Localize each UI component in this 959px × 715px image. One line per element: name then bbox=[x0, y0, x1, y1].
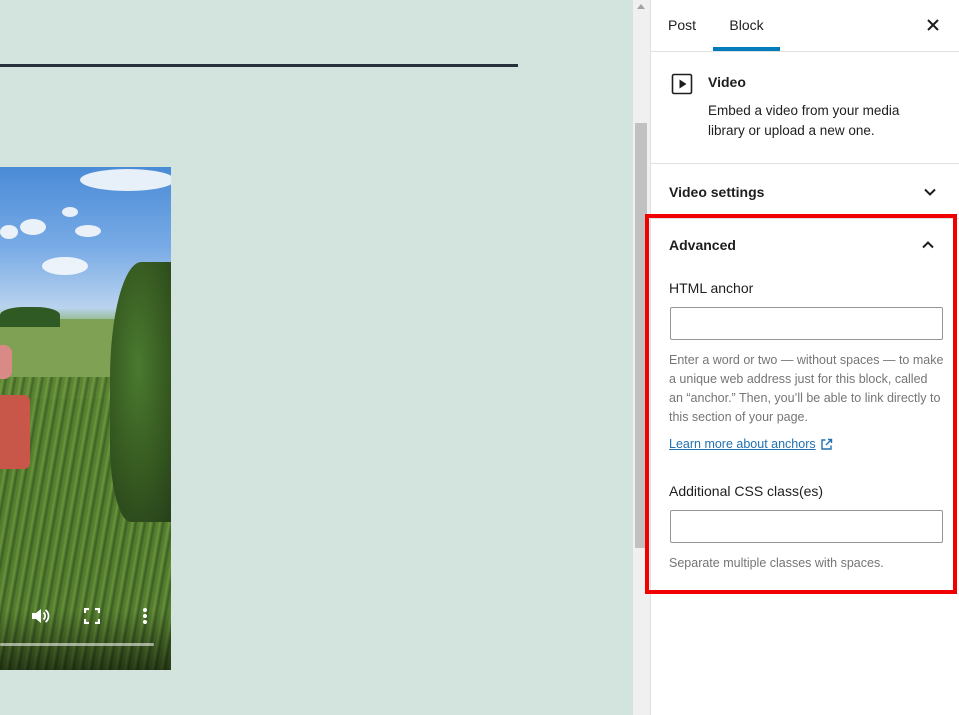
chevron-up-icon[interactable] bbox=[921, 238, 935, 252]
video-block[interactable] bbox=[0, 167, 171, 670]
close-icon bbox=[927, 19, 939, 31]
tab-block[interactable]: Block bbox=[713, 0, 780, 51]
video-icon bbox=[671, 73, 693, 95]
block-title: Video bbox=[708, 74, 746, 90]
block-card: Video Embed a video from your media libr… bbox=[651, 52, 959, 164]
fullscreen-icon[interactable] bbox=[81, 605, 103, 627]
html-anchor-help: Enter a word or two — without spaces — t… bbox=[669, 353, 944, 424]
editor-canvas[interactable] bbox=[0, 0, 633, 715]
scroll-up-arrow[interactable] bbox=[637, 4, 645, 9]
video-progress-bar[interactable] bbox=[0, 643, 154, 646]
html-anchor-input[interactable] bbox=[670, 307, 943, 340]
volume-icon[interactable] bbox=[29, 605, 51, 627]
tab-block-label: Block bbox=[729, 17, 764, 33]
bench bbox=[0, 395, 30, 469]
bench-backrest bbox=[0, 345, 12, 379]
css-classes-help: Separate multiple classes with spaces. bbox=[669, 556, 884, 570]
treeline bbox=[0, 307, 60, 327]
video-settings-panel-toggle[interactable]: Video settings bbox=[651, 164, 959, 219]
separator-block[interactable] bbox=[0, 64, 518, 67]
bush bbox=[110, 262, 171, 522]
active-tab-indicator bbox=[713, 47, 780, 51]
chevron-down-icon bbox=[924, 188, 936, 196]
cloud bbox=[75, 225, 101, 237]
tab-post[interactable]: Post bbox=[668, 0, 696, 51]
cloud bbox=[42, 257, 88, 275]
video-settings-title: Video settings bbox=[669, 184, 765, 200]
external-link-icon bbox=[820, 438, 832, 450]
html-anchor-label: HTML anchor bbox=[669, 280, 754, 296]
more-vertical-icon[interactable] bbox=[134, 605, 156, 627]
css-classes-input[interactable] bbox=[670, 510, 943, 543]
learn-more-anchors-label: Learn more about anchors bbox=[669, 437, 816, 451]
cloud bbox=[62, 207, 78, 217]
block-description: Embed a video from your media library or… bbox=[708, 103, 900, 138]
cloud bbox=[80, 169, 171, 191]
cloud bbox=[0, 225, 18, 239]
cloud bbox=[20, 219, 46, 235]
learn-more-anchors-link[interactable]: Learn more about anchors bbox=[669, 437, 833, 451]
advanced-panel-title[interactable]: Advanced bbox=[669, 237, 736, 253]
sidebar-tabs: Post Block bbox=[651, 0, 959, 52]
css-classes-label: Additional CSS class(es) bbox=[669, 483, 824, 499]
close-sidebar-button[interactable] bbox=[923, 15, 943, 35]
